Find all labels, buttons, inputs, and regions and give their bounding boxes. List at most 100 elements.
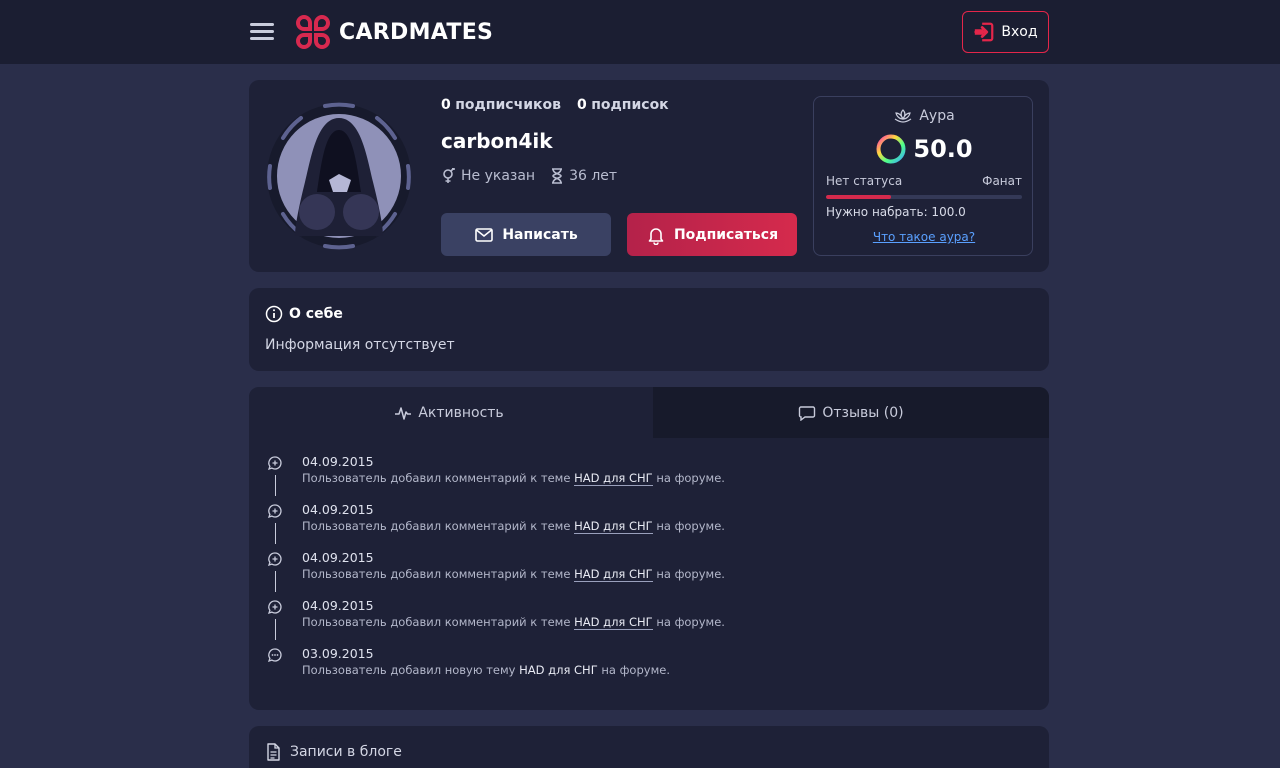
aura-progress-fill	[826, 195, 891, 199]
activity-description: Пользователь добавил комментарий к теме …	[302, 615, 725, 630]
age-info: 36 лет	[549, 168, 617, 184]
activity-text: Пользователь добавил комментарий к теме	[302, 615, 571, 629]
comment-plus-icon	[267, 600, 282, 615]
chat-dots-icon	[267, 648, 282, 663]
activity-text: Пользователь добавил новую тему	[302, 663, 516, 677]
topic-link[interactable]: HAD для СНГ	[574, 615, 653, 630]
aura-value: 50.0	[814, 133, 1034, 165]
hourglass-icon	[552, 168, 563, 184]
login-icon	[974, 22, 994, 42]
document-icon	[267, 743, 280, 761]
info-icon	[265, 305, 283, 323]
activity-tabs: Активность Отзывы (0)	[249, 387, 1049, 438]
aura-status-next: Фанат	[982, 174, 1022, 188]
activity-description: Пользователь добавил комментарий к теме …	[302, 471, 725, 486]
lotus-icon	[894, 109, 912, 123]
tab-reviews[interactable]: Отзывы (0)	[653, 387, 1049, 438]
login-label: Вход	[1001, 24, 1038, 40]
activity-suffix: на форуме.	[656, 567, 725, 581]
timeline-connector	[275, 475, 276, 496]
follow-stats: 0 подписчиков 0 подписок	[441, 97, 669, 113]
activity-entry: 04.09.2015 Пользователь добавил комментар…	[265, 501, 1035, 549]
followers-count: 0	[441, 97, 451, 113]
topic-link[interactable]: HAD для СНГ	[574, 471, 653, 486]
comment-plus-icon	[267, 456, 282, 471]
activity-card: Активность Отзывы (0) 04.09.2015 Пользова…	[249, 387, 1049, 710]
activity-date: 04.09.2015	[302, 598, 374, 613]
about-title: О себе	[265, 305, 343, 323]
tab-activity[interactable]: Активность	[249, 387, 649, 438]
activity-date: 04.09.2015	[302, 502, 374, 517]
subscribe-button[interactable]: Подписаться	[627, 213, 797, 256]
blog-title: Записи в блоге	[265, 743, 402, 761]
top-bar: CARDMATES Вход	[0, 0, 1280, 64]
aura-ring-icon	[876, 134, 906, 164]
write-label: Написать	[502, 226, 578, 243]
activity-date: 03.09.2015	[302, 646, 374, 661]
subscribe-label: Подписаться	[673, 226, 779, 243]
aura-progress-bar	[826, 195, 1022, 199]
avatar[interactable]	[265, 96, 413, 256]
comment-plus-icon	[267, 552, 282, 567]
activity-text: Пользователь добавил комментарий к теме	[302, 519, 571, 533]
activity-suffix: на форуме.	[656, 519, 725, 533]
comment-plus-icon	[267, 504, 282, 519]
about-text: Информация отсутствует	[265, 337, 455, 353]
activity-date: 04.09.2015	[302, 454, 374, 469]
activity-description: Пользователь добавил новую тему HAD для …	[302, 663, 670, 677]
tab-activity-label: Активность	[418, 404, 504, 421]
about-card: О себе Информация отсутствует	[249, 288, 1049, 371]
age-text: 36 лет	[569, 168, 618, 184]
activity-description: Пользователь добавил комментарий к теме …	[302, 567, 725, 582]
activity-text: Пользователь добавил комментарий к теме	[302, 471, 571, 485]
activity-date: 04.09.2015	[302, 550, 374, 565]
pulse-icon	[395, 406, 412, 420]
followers-label: подписчиков	[455, 97, 561, 113]
activity-entry: 04.09.2015 Пользователь добавил комментар…	[265, 597, 1035, 645]
blog-title-text: Записи в блоге	[290, 744, 402, 760]
brand-name: CARDMATES	[339, 19, 494, 45]
timeline-connector	[275, 571, 276, 592]
topic-link[interactable]: HAD для СНГ	[519, 663, 598, 677]
timeline-connector	[275, 619, 276, 640]
gender-text: Не указан	[461, 168, 536, 184]
logo[interactable]: CARDMATES	[292, 11, 493, 53]
blog-card: Записи в блоге	[249, 726, 1049, 768]
menu-icon[interactable]	[250, 21, 275, 43]
followers-stat[interactable]: 0 подписчиков	[441, 97, 561, 113]
aura-need-text: Нужно набрать: 100.0	[826, 205, 966, 219]
following-stat[interactable]: 0 подписок	[577, 97, 669, 113]
timeline-connector	[275, 523, 276, 544]
activity-entry: 04.09.2015 Пользователь добавил комментар…	[265, 453, 1035, 501]
bell-icon	[648, 227, 664, 245]
topic-link[interactable]: HAD для СНГ	[574, 519, 653, 534]
aura-status-labels: Нет статуса Фанат	[826, 174, 1022, 188]
about-title-text: О себе	[289, 306, 343, 322]
activity-suffix: на форуме.	[601, 663, 670, 677]
logo-mark-icon	[295, 15, 331, 49]
activity-description: Пользователь добавил комментарий к теме …	[302, 519, 725, 534]
profile-meta: Не указан 36 лет	[441, 168, 617, 184]
aura-number: 50.0	[913, 135, 973, 163]
aura-help-link[interactable]: Что такое аура?	[814, 230, 1034, 244]
login-button[interactable]: Вход	[962, 11, 1049, 53]
following-count: 0	[576, 97, 587, 113]
activity-entry: 03.09.2015 Пользователь добавил новую тем…	[265, 645, 1035, 693]
activity-entry: 04.09.2015 Пользователь добавил комментар…	[265, 549, 1035, 597]
aura-title: Аура	[814, 108, 1034, 124]
profile-card: 0 подписчиков 0 подписок carbon4ik Не ук…	[249, 80, 1049, 272]
activity-suffix: на форуме.	[656, 615, 725, 629]
gender-info: Не указан	[441, 168, 535, 184]
topic-link[interactable]: HAD для СНГ	[574, 567, 653, 582]
tab-reviews-label: Отзывы (0)	[822, 404, 904, 421]
activity-text: Пользователь добавил комментарий к теме	[302, 567, 571, 581]
chat-icon	[799, 405, 816, 421]
envelope-icon	[475, 227, 494, 242]
activity-suffix: на форуме.	[656, 471, 725, 485]
following-label: подписок	[591, 97, 669, 113]
gender-icon	[443, 168, 455, 183]
write-message-button[interactable]: Написать	[441, 213, 611, 256]
activity-timeline: 04.09.2015 Пользователь добавил комментар…	[265, 453, 1035, 693]
username: carbon4ik	[441, 129, 553, 153]
aura-title-text: Аура	[919, 108, 955, 124]
